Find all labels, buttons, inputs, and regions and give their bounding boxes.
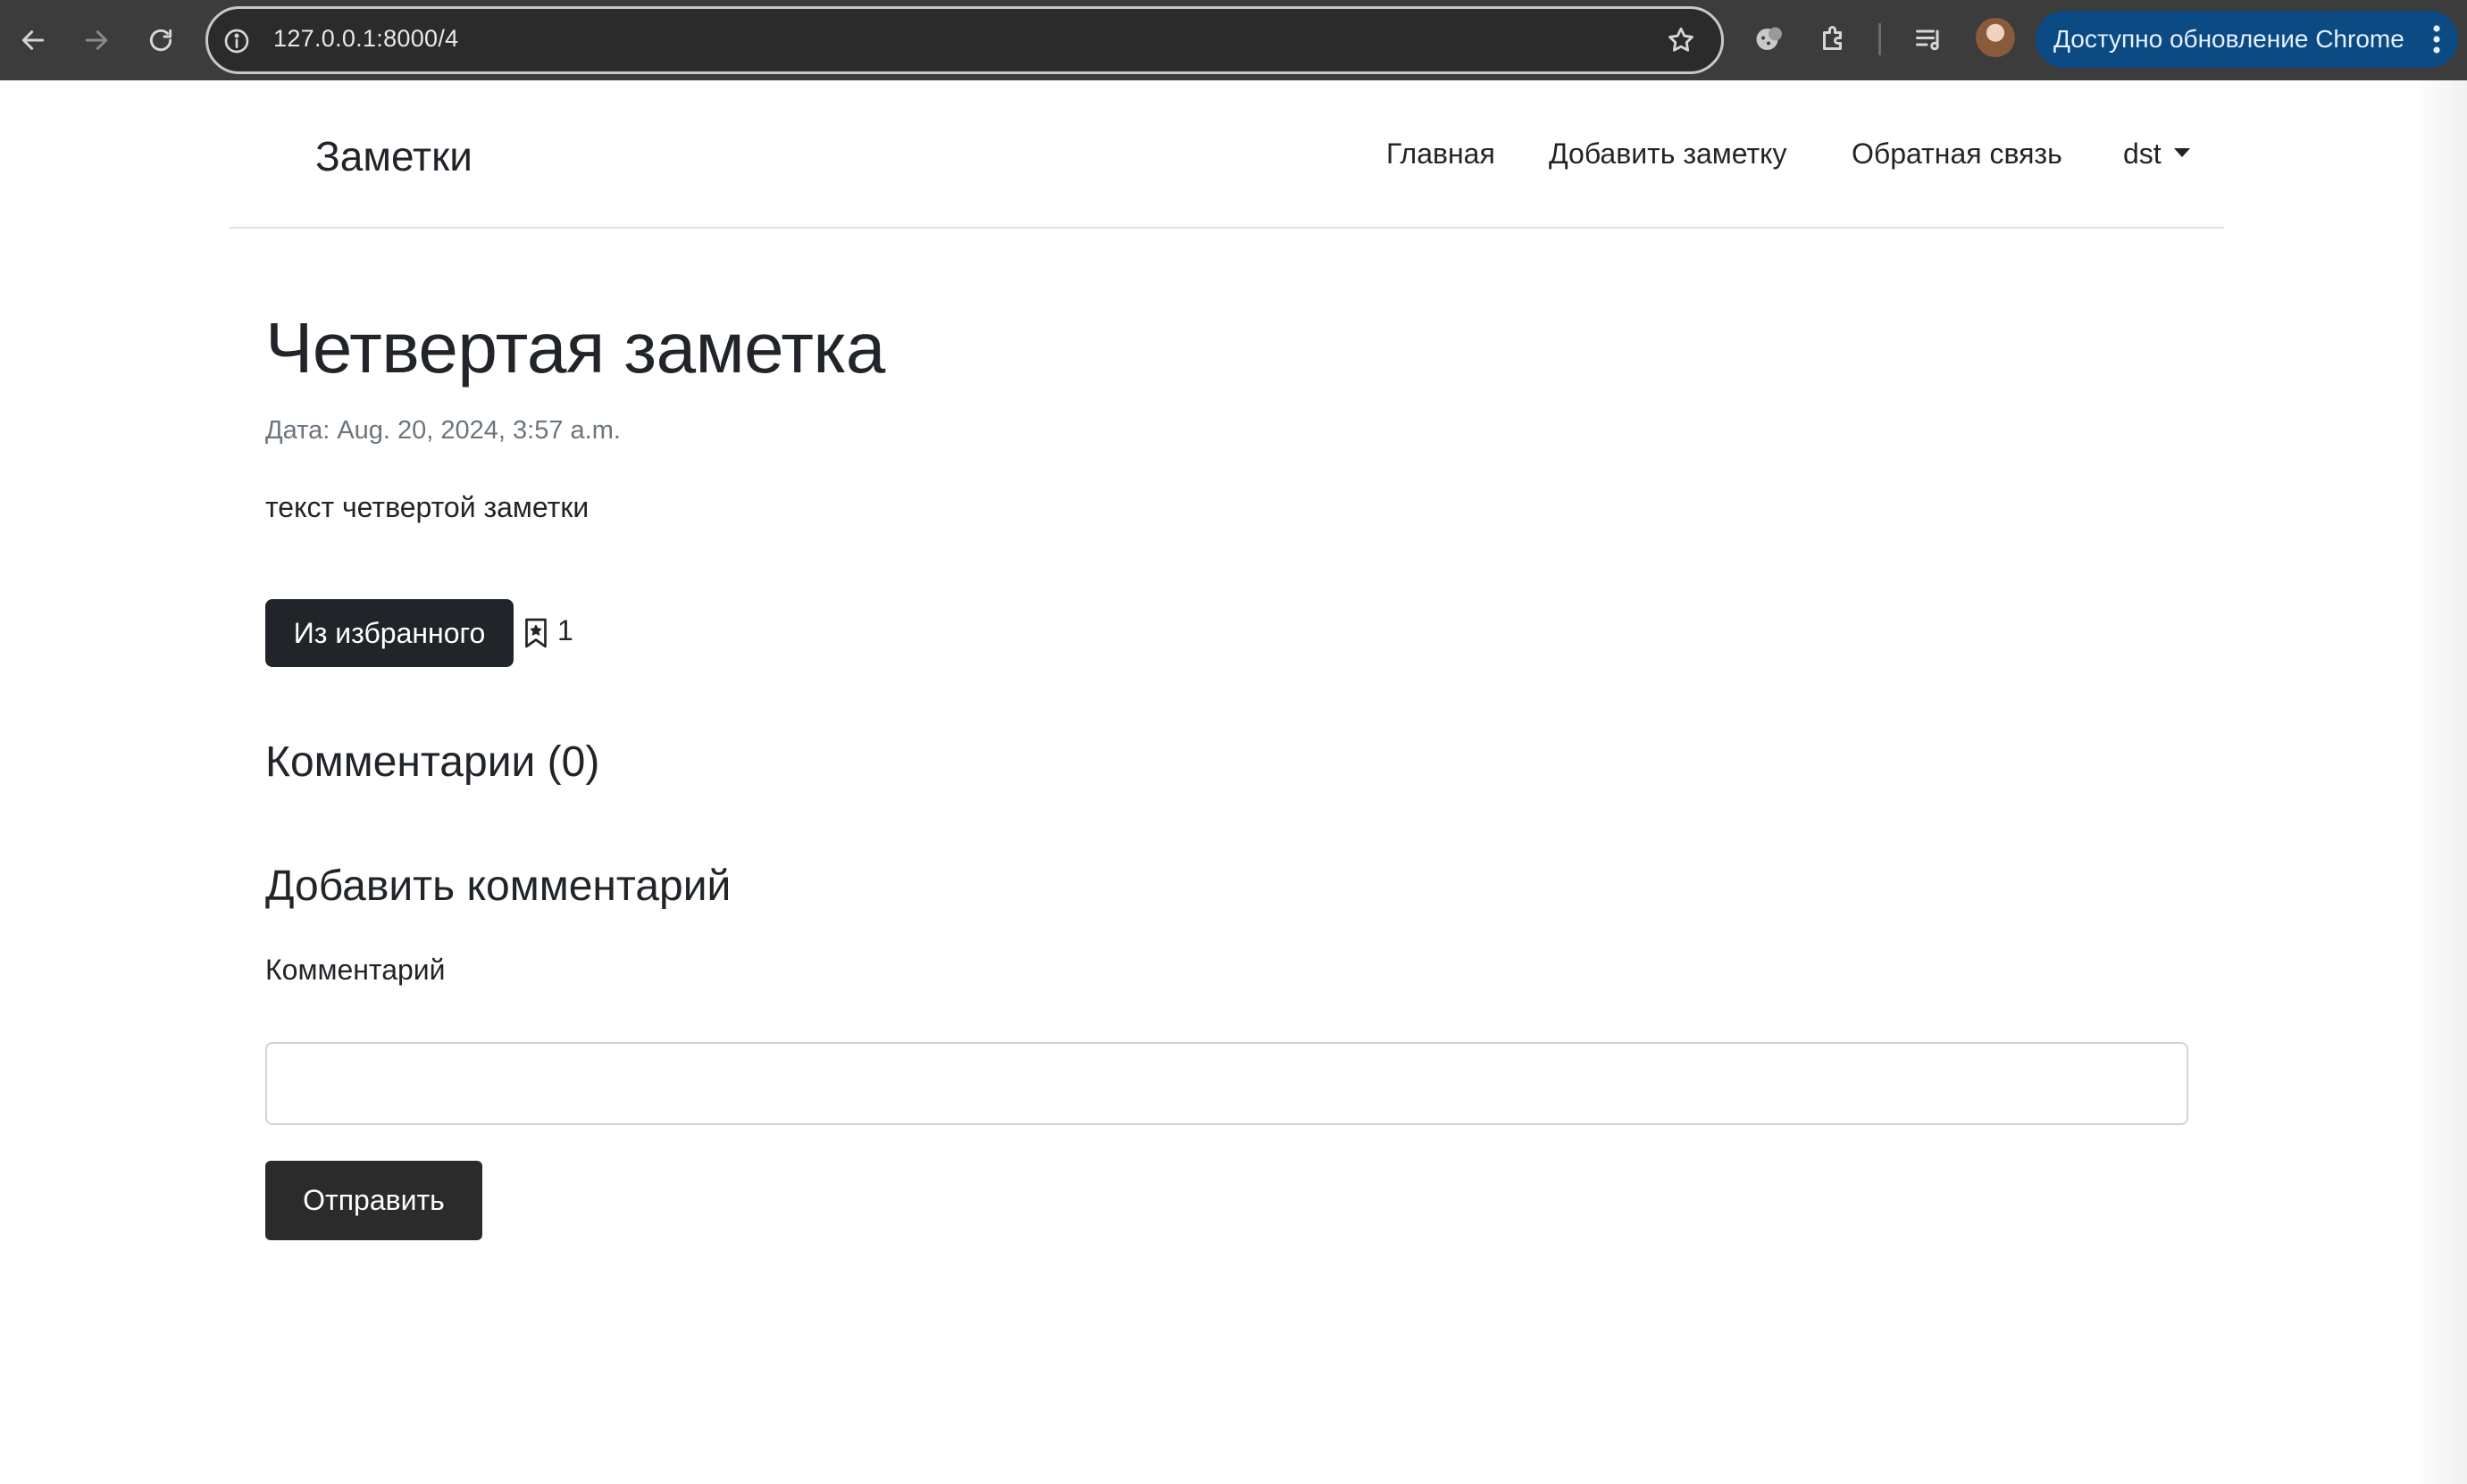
remove-favorite-button[interactable]: Из избранного <box>265 599 514 667</box>
caret-down-icon <box>2173 147 2190 157</box>
comment-input[interactable] <box>265 1042 2188 1125</box>
forward-button[interactable] <box>74 18 119 63</box>
media-button[interactable] <box>1910 20 1949 59</box>
extension-cookie-button[interactable] <box>1749 20 1788 59</box>
avatar[interactable] <box>1976 18 2015 57</box>
nav-feedback[interactable]: Обратная связь <box>1852 138 2062 171</box>
note-date: Дата: Aug. 20, 2024, 3:57 a.m. <box>265 416 621 445</box>
address-bar[interactable]: 127.0.0.1:8000/4 <box>205 6 1724 74</box>
submit-button[interactable]: Отправить <box>265 1161 482 1240</box>
side-panel-edge <box>2412 80 2467 1484</box>
back-button[interactable] <box>11 18 55 63</box>
toolbar-divider <box>1878 23 1881 55</box>
media-queue-icon <box>1916 29 1939 51</box>
extensions-button[interactable] <box>1814 20 1853 59</box>
chrome-update-button[interactable]: Доступно обновление Chrome <box>2036 11 2458 68</box>
user-name: dst <box>2123 138 2162 170</box>
info-icon[interactable] <box>222 27 251 55</box>
star-icon[interactable] <box>1666 25 1696 55</box>
comment-label: Комментарий <box>265 954 446 986</box>
kebab-icon[interactable] <box>2428 23 2446 55</box>
brand-link[interactable]: Заметки <box>315 132 472 180</box>
reload-icon <box>149 29 172 52</box>
nav-home[interactable]: Главная <box>1386 138 1495 171</box>
user-dropdown[interactable]: dst <box>2123 138 2190 171</box>
note-text: текст четвертой заметки <box>265 491 590 523</box>
puzzle-icon <box>1823 26 1842 50</box>
favorite-count: 1 <box>557 614 573 646</box>
add-comment-heading: Добавить комментарий <box>265 863 732 910</box>
update-label: Доступно обновление Chrome <box>2053 25 2404 53</box>
bookmark-star-icon <box>525 618 547 648</box>
browser-toolbar: 127.0.0.1:8000/4 Доступно обновление Chr… <box>0 0 2467 80</box>
arrow-right-icon <box>85 30 108 50</box>
reload-button[interactable] <box>138 18 183 63</box>
nav-add-note[interactable]: Добавить заметку <box>1549 138 1787 171</box>
page-title: Четвертая заметка <box>265 308 885 388</box>
cookie-icon <box>1756 27 1782 50</box>
comments-heading: Комментарии (0) <box>265 738 600 786</box>
url-text[interactable]: 127.0.0.1:8000/4 <box>273 25 458 53</box>
arrow-left-icon <box>21 30 45 50</box>
site-header: Заметки Главная Добавить заметку Обратна… <box>230 80 2224 229</box>
